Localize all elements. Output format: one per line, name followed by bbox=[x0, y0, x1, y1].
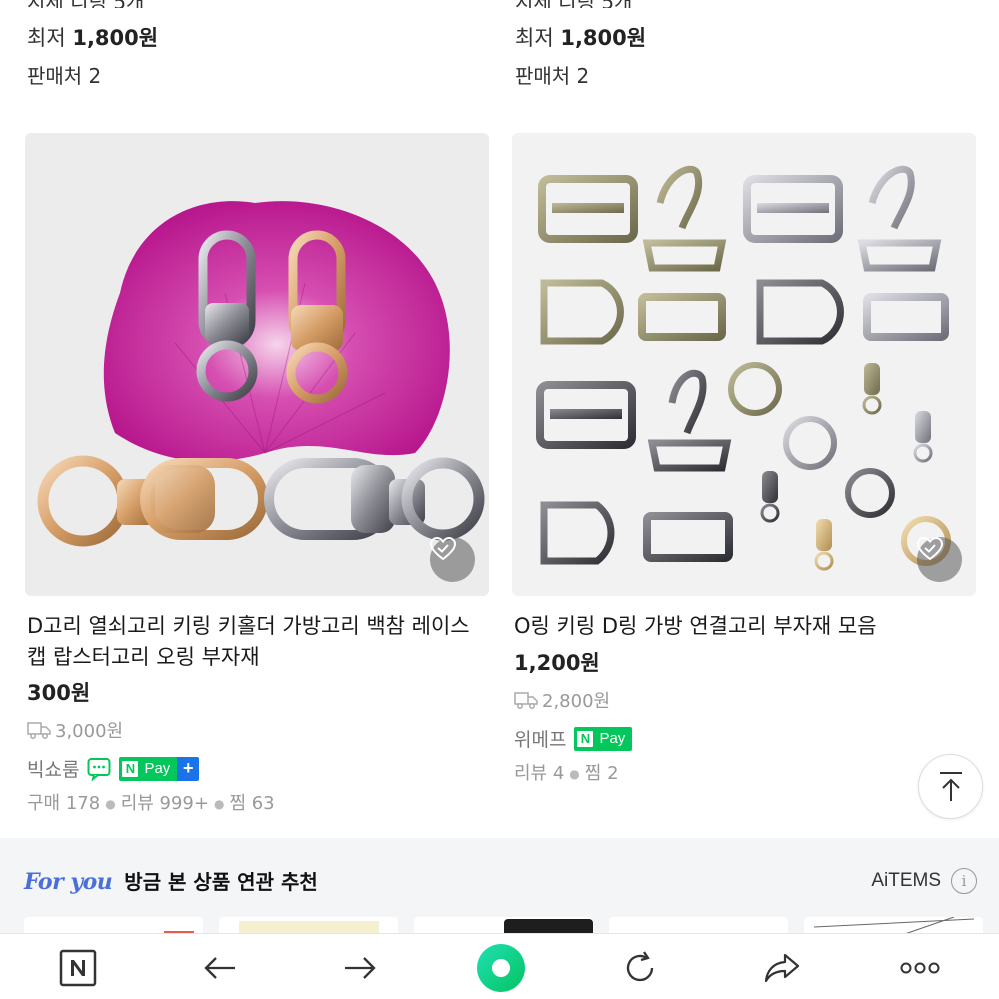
product-meta: 구매 178 ● 리뷰 999+ ● 찜 63 bbox=[27, 793, 275, 814]
truck-icon bbox=[27, 722, 51, 739]
mall-name[interactable]: 빅쇼룸 bbox=[27, 755, 79, 782]
refresh-button[interactable] bbox=[618, 946, 662, 990]
aitems-text: AiTEMS bbox=[871, 870, 941, 891]
npay-badge: N Pay + bbox=[119, 756, 200, 781]
top-card-cut-text: 지세 디팅 5개 bbox=[27, 0, 144, 8]
plus-icon: + bbox=[177, 756, 200, 781]
forward-button[interactable] bbox=[338, 946, 382, 990]
arrow-right-icon bbox=[345, 957, 376, 979]
refresh-icon bbox=[626, 951, 654, 982]
recommend-title: 방금 본 상품 연관 추천 bbox=[124, 870, 318, 894]
npay-badge: N Pay bbox=[574, 726, 633, 751]
recommend-header: For you 방금 본 상품 연관 추천 bbox=[24, 866, 318, 895]
scroll-top-button[interactable] bbox=[918, 754, 983, 819]
more-button[interactable] bbox=[898, 946, 942, 990]
mall-name[interactable]: 위메프 bbox=[514, 725, 566, 752]
top-card-seller: 판매처 2 bbox=[515, 64, 590, 88]
mall-row: 위메프 N Pay bbox=[514, 725, 633, 752]
product-price: 300원 bbox=[27, 681, 91, 705]
top-card-seller: 판매처 2 bbox=[27, 64, 102, 88]
product-price: 1,200원 bbox=[514, 651, 600, 675]
share-button[interactable] bbox=[760, 946, 804, 990]
naver-n-icon bbox=[59, 949, 97, 987]
shipping-fee-value: 2,800원 bbox=[542, 691, 611, 712]
product-title[interactable]: D고리 열쇠고리 키링 키홀더 가방고리 백참 레이스캡 랍스터고리 오링 부자… bbox=[27, 611, 487, 673]
shipping-fee-value: 3,000원 bbox=[55, 721, 124, 742]
product-image-art bbox=[37, 201, 485, 547]
wish-button[interactable] bbox=[430, 537, 475, 582]
green-dot-button[interactable] bbox=[476, 943, 526, 993]
product-image-art bbox=[536, 165, 951, 571]
wish-button[interactable] bbox=[917, 537, 962, 582]
shipping-fee: 3,000원 bbox=[27, 717, 123, 743]
arrow-left-icon bbox=[204, 957, 235, 979]
product-card-1[interactable]: D고리 열쇠고리 키링 키홀더 가방고리 백참 레이스캡 랍스터고리 오링 부자… bbox=[25, 133, 489, 814]
top-card-price: 최저 1,800원 bbox=[515, 26, 647, 50]
bottom-nav-bar bbox=[0, 933, 999, 999]
top-card-cut-text: 지세 디팅 5개 bbox=[515, 0, 632, 8]
heart-check-icon bbox=[430, 537, 456, 561]
back-button[interactable] bbox=[198, 946, 242, 990]
mall-row: 빅쇼룸 N Pay + bbox=[27, 755, 200, 782]
talk-chat-icon[interactable] bbox=[87, 757, 111, 781]
more-dots-icon bbox=[900, 962, 940, 974]
product-image[interactable] bbox=[25, 133, 489, 596]
product-title[interactable]: O링 키링 D링 가방 연결고리 부자재 모음 bbox=[514, 611, 974, 642]
product-image[interactable] bbox=[512, 133, 976, 596]
product-meta: 리뷰 4 ● 찜 2 bbox=[514, 763, 619, 784]
shipping-fee: 2,800원 bbox=[514, 687, 610, 713]
top-card-price: 최저 1,800원 bbox=[27, 26, 159, 50]
info-icon[interactable]: i bbox=[951, 868, 977, 894]
naver-home-button[interactable] bbox=[56, 946, 100, 990]
green-dot-icon bbox=[477, 944, 525, 992]
arrow-up-icon bbox=[939, 771, 962, 801]
heart-check-icon bbox=[917, 537, 943, 561]
truck-icon bbox=[514, 692, 538, 709]
aitems-label[interactable]: AiTEMS i bbox=[871, 868, 977, 894]
share-arrow-icon bbox=[764, 953, 800, 983]
for-you-logo: For you bbox=[24, 869, 113, 895]
product-card-2[interactable]: O링 키링 D링 가방 연결고리 부자재 모음 1,200원 2,800원 위메… bbox=[512, 133, 976, 784]
